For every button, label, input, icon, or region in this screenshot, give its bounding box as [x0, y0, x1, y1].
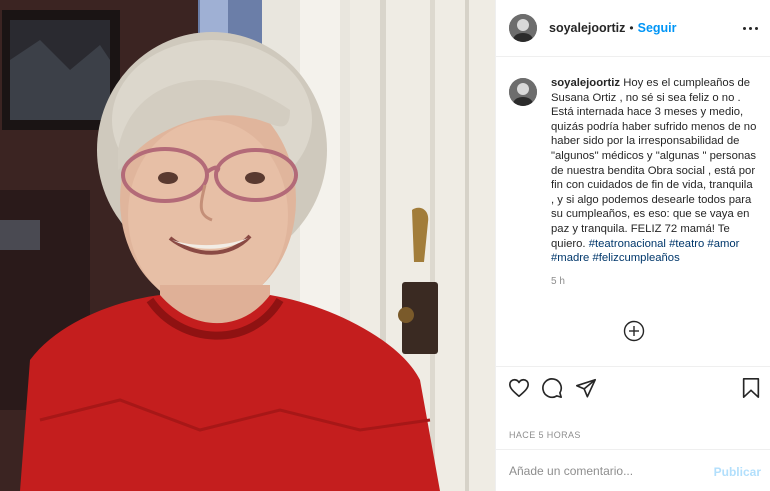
- caption-row: soyalejoortiz Hoy es el cumpleaños de Su…: [509, 76, 757, 266]
- follow-button[interactable]: Seguir: [638, 21, 677, 35]
- heart-icon[interactable]: [508, 377, 530, 399]
- caption-username[interactable]: soyalejoortiz: [551, 77, 620, 89]
- comment-input[interactable]: [509, 461, 699, 481]
- post-photo[interactable]: [0, 0, 495, 491]
- author-username[interactable]: soyalejoortiz: [549, 21, 625, 35]
- caption-text: Hoy es el cumpleaños de Susana Ortiz , n…: [551, 77, 757, 250]
- author-avatar[interactable]: [509, 14, 537, 42]
- hashtag-link[interactable]: #amor: [707, 238, 739, 250]
- more-options-icon[interactable]: [739, 18, 761, 38]
- post-header: soyalejoortiz • Seguir: [496, 0, 770, 57]
- publish-button[interactable]: Publicar: [714, 465, 761, 479]
- paper-plane-icon[interactable]: [575, 377, 597, 399]
- bookmark-icon[interactable]: [740, 377, 762, 399]
- hashtag-link[interactable]: #teatronacional: [589, 238, 666, 250]
- caption-avatar[interactable]: [509, 78, 537, 106]
- hashtag-link[interactable]: #teatro: [669, 238, 704, 250]
- portrait-image: [0, 0, 495, 491]
- post-timestamp: HACE 5 HORAS: [509, 430, 581, 440]
- add-comment-bar: Publicar: [496, 449, 770, 491]
- header-separator: •: [629, 21, 634, 35]
- instagram-post: soyalejoortiz • Seguir soyalejoortiz Hoy…: [0, 0, 770, 491]
- hashtag-link[interactable]: #felizcumpleaños: [592, 252, 679, 264]
- plus-circle-icon[interactable]: [623, 320, 645, 342]
- action-bar: [496, 366, 770, 406]
- caption-time: 5 h: [551, 275, 565, 287]
- comments-section: soyalejoortiz Hoy es el cumpleaños de Su…: [496, 58, 770, 366]
- post-caption: soyalejoortiz Hoy es el cumpleaños de Su…: [551, 76, 757, 266]
- post-side-panel: soyalejoortiz • Seguir soyalejoortiz Hoy…: [495, 0, 770, 491]
- hashtag-link[interactable]: #madre: [551, 252, 589, 264]
- comment-bubble-icon[interactable]: [541, 377, 563, 399]
